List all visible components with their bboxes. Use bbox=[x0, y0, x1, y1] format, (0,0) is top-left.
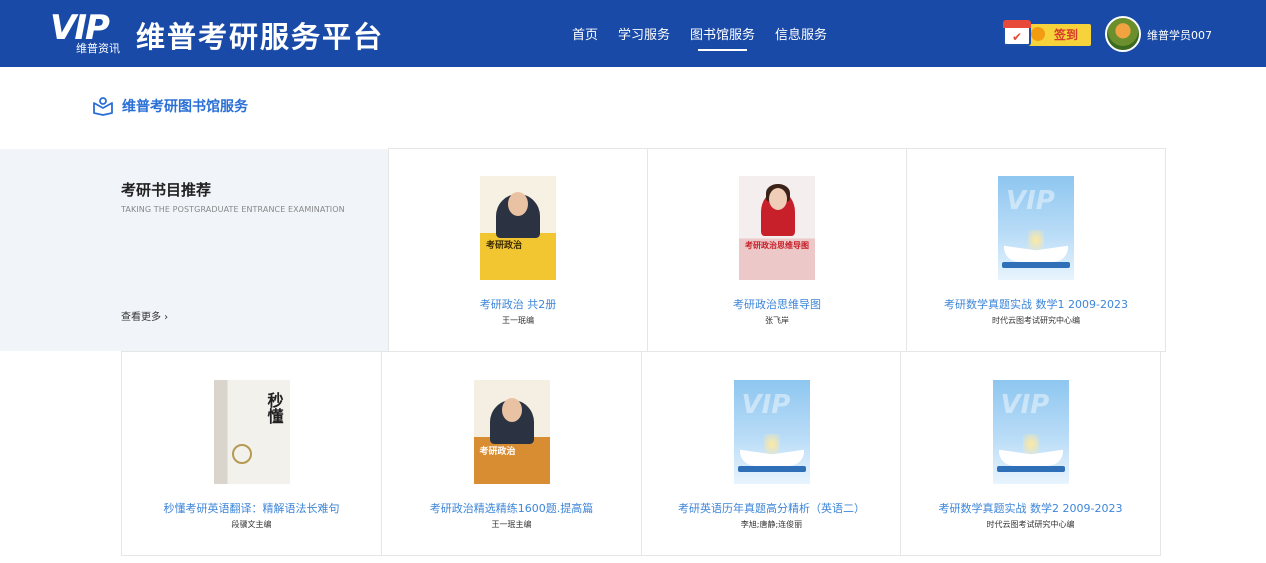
nav-info-services[interactable]: 信息服务 bbox=[775, 24, 827, 43]
main-nav: 首页 学习服务 图书馆服务 信息服务 bbox=[572, 24, 847, 51]
book-cover[interactable]: 考研政治 bbox=[480, 176, 556, 280]
nav-study-services[interactable]: 学习服务 bbox=[618, 24, 670, 43]
avatar[interactable] bbox=[1105, 16, 1141, 52]
cover-vip-watermark: VIP bbox=[741, 390, 791, 420]
cover-text: 考研政治思维导图 bbox=[745, 241, 809, 250]
book-card[interactable]: VIP 考研英语历年真题高分精析（英语二） 李旭;唐静;连俊丽 bbox=[641, 351, 902, 556]
book-title[interactable]: 考研政治精选精练1600题.提高篇 bbox=[382, 500, 641, 516]
checkin-widget[interactable]: 签到 ✔ bbox=[1003, 20, 1091, 48]
cover-text: 考研政治 bbox=[479, 447, 516, 457]
book-cover[interactable]: 考研政治思维导图 bbox=[739, 176, 815, 280]
cover-vip-watermark: VIP bbox=[1006, 186, 1055, 216]
book-card[interactable]: 秒懂 秒懂考研英语翻译：精解语法长难句 段骥文主编 bbox=[121, 351, 382, 556]
top-header: VIP 维普资讯 维普考研服务平台 首页 学习服务 图书馆服务 信息服务 签到 … bbox=[0, 0, 1266, 67]
nav-library-services[interactable]: 图书馆服务 bbox=[690, 24, 755, 51]
book-card[interactable]: VIP 考研数学真题实战 数学2 2009-2023 时代云图考试研究中心编 bbox=[900, 351, 1161, 556]
view-more-link[interactable]: 查看更多 › bbox=[121, 308, 168, 323]
book-card[interactable]: VIP 考研数学真题实战 数学1 2009-2023 时代云图考试研究中心编 bbox=[906, 148, 1166, 352]
section-title: 维普考研图书馆服务 bbox=[122, 99, 248, 115]
cover-glow bbox=[1022, 434, 1039, 454]
cover-face bbox=[769, 188, 787, 210]
cover-text: 考研政治 bbox=[486, 241, 523, 251]
book-author: 时代云图考试研究中心编 bbox=[986, 520, 1075, 529]
book-title[interactable]: 考研政治思维导图 bbox=[648, 296, 906, 312]
calendar-icon: ✔ bbox=[1003, 20, 1031, 46]
cover-vip-watermark: VIP bbox=[1000, 390, 1050, 420]
book-cover[interactable]: VIP bbox=[992, 380, 1069, 484]
cover-book-base bbox=[737, 466, 806, 472]
book-title[interactable]: 考研数学真题实战 数学2 2009-2023 bbox=[901, 500, 1160, 516]
book-title[interactable]: 考研数学真题实战 数学1 2009-2023 bbox=[907, 296, 1165, 312]
recommend-title: 考研书目推荐 bbox=[121, 181, 212, 199]
cover-book-base bbox=[996, 466, 1065, 472]
book-author: 时代云图考试研究中心编 bbox=[992, 316, 1080, 325]
site-title[interactable]: 维普考研服务平台 bbox=[136, 14, 384, 56]
book-cover[interactable]: VIP bbox=[998, 176, 1074, 280]
book-card[interactable]: 考研政治 考研政治精选精练1600题.提高篇 王一珉主编 bbox=[381, 351, 642, 556]
book-cover[interactable]: VIP bbox=[733, 380, 810, 484]
book-card[interactable]: 考研政治 考研政治 共2册 王一珉编 bbox=[388, 148, 648, 352]
book-title[interactable]: 考研英语历年真题高分精析（英语二） bbox=[642, 500, 901, 516]
book-author: 段骥文主编 bbox=[231, 520, 272, 529]
vip-logo[interactable]: VIP 维普资讯 bbox=[50, 8, 128, 56]
book-author: 李旭;唐静;连俊丽 bbox=[740, 520, 803, 529]
book-author: 王一珉编 bbox=[502, 316, 534, 325]
logo-subtitle: 维普资讯 bbox=[76, 42, 120, 55]
cover-face bbox=[501, 398, 522, 422]
recommend-panel: 考研书目推荐 TAKING THE POSTGRADUATE ENTRANCE … bbox=[0, 149, 389, 351]
book-card[interactable]: 考研政治思维导图 考研政治思维导图 张飞岸 bbox=[647, 148, 907, 352]
book-title[interactable]: 秒懂考研英语翻译：精解语法长难句 bbox=[122, 500, 381, 516]
book-cover[interactable]: 秒懂 bbox=[213, 380, 290, 484]
book-cover[interactable]: 考研政治 bbox=[473, 380, 550, 484]
nav-home[interactable]: 首页 bbox=[572, 24, 598, 43]
cover-glow bbox=[763, 434, 780, 454]
section-header: 维普考研图书馆服务 bbox=[92, 96, 248, 116]
username[interactable]: 维普学员007 bbox=[1147, 27, 1212, 43]
checkin-coin-icon bbox=[1031, 27, 1045, 41]
cover-glow bbox=[1028, 230, 1044, 250]
library-icon bbox=[92, 96, 114, 116]
recommend-subtitle: TAKING THE POSTGRADUATE ENTRANCE EXAMINA… bbox=[121, 205, 345, 214]
book-title[interactable]: 考研政治 共2册 bbox=[389, 296, 647, 312]
cover-book-base bbox=[1002, 262, 1070, 268]
book-author: 张飞岸 bbox=[765, 316, 789, 325]
cover-face bbox=[508, 192, 528, 216]
book-author: 王一珉主编 bbox=[491, 520, 532, 529]
cover-text: 秒懂 bbox=[264, 392, 284, 424]
cover-disc-icon bbox=[231, 444, 252, 464]
